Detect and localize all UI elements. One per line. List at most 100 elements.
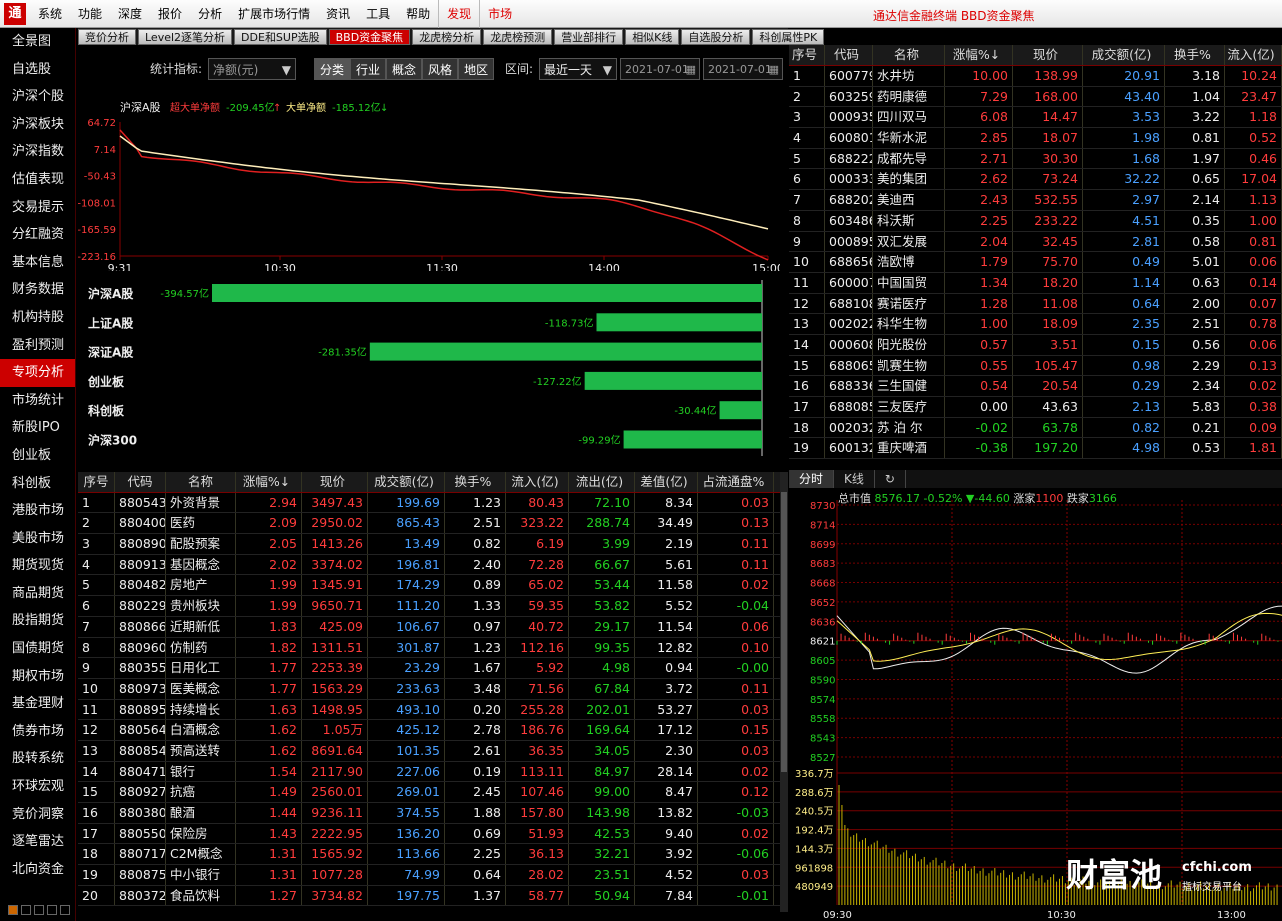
sidebar-item[interactable]: 债券市场: [0, 718, 75, 746]
table-row[interactable]: 9 000895 双汇发展 2.04 32.45 2.81 0.58 0.81: [789, 231, 1282, 253]
table-row[interactable]: 17 688085 三友医疗 0.00 43.63 2.13 5.83 0.38: [789, 397, 1282, 418]
stat-select[interactable]: 净额(元) ▼: [208, 58, 296, 80]
sidebar-item[interactable]: 全景图: [0, 28, 75, 56]
table-row[interactable]: 2 880400 医药 2.09 2950.02 865.43 2.51 323.22 288.…: [78, 513, 780, 535]
table-row[interactable]: 18 880717 C2M概念 1.31 1565.92 113.66 2.25 36.13 3…: [78, 844, 780, 866]
table-row[interactable]: 12 880564 白酒概念 1.62 1.05万 425.12 2.78 186.76 169…: [78, 720, 780, 741]
sidebar-item[interactable]: 股指期货: [0, 607, 75, 635]
column-header[interactable]: 代码: [825, 45, 873, 65]
tab[interactable]: 自选股分析: [681, 29, 751, 45]
segment-button[interactable]: 分类: [314, 58, 351, 80]
table-row[interactable]: 1 600779 水井坊 10.00 138.99 20.91 3.18 10.24: [789, 66, 1282, 87]
segment-button[interactable]: 概念: [386, 58, 423, 80]
sidebar-item[interactable]: 交易提示: [0, 194, 75, 222]
tab[interactable]: 科创属性PK: [752, 29, 825, 45]
tab[interactable]: DDE和SUP选股: [234, 29, 327, 45]
menu-item-highlight[interactable]: 发现: [438, 0, 479, 28]
sidebar-item[interactable]: 市场统计: [0, 387, 75, 415]
sidebar-item[interactable]: 科创板: [0, 470, 75, 498]
table-row[interactable]: 3 000935 四川双马 6.08 14.47 3.53 3.22 1.18: [789, 107, 1282, 129]
sidebar-item[interactable]: 北向资金: [0, 856, 75, 884]
table-row[interactable]: 2 603259 药明康德 7.29 168.00 43.40 1.04 23.47: [789, 86, 1282, 108]
column-header[interactable]: 序号: [78, 472, 115, 492]
refresh-icon[interactable]: ↻: [875, 470, 906, 488]
layout-icon[interactable]: [34, 905, 44, 915]
column-header[interactable]: 名称: [873, 45, 945, 65]
table-row[interactable]: 11 880895 持续增长 1.63 1498.95 493.10 0.20 255.28 2…: [78, 699, 780, 721]
column-header[interactable]: 流入(亿): [506, 472, 569, 492]
menu-item[interactable]: 工具: [358, 0, 398, 28]
sidebar-item[interactable]: 估值表现: [0, 166, 75, 194]
sidebar-item[interactable]: 基金理财: [0, 690, 75, 718]
tab[interactable]: 竞价分析: [78, 29, 136, 45]
column-header[interactable]: 换手%: [445, 472, 506, 492]
column-header[interactable]: 涨幅%↓: [945, 45, 1013, 65]
table-row[interactable]: 10 688656 浩欧博 1.79 75.70 0.49 5.01 0.06: [789, 252, 1282, 273]
range-select[interactable]: 最近一天 ▼: [539, 58, 617, 80]
column-header[interactable]: 代码: [115, 472, 166, 492]
table-row[interactable]: 8 880960 仿制药 1.82 1311.51 301.87 1.23 112.16 99.…: [78, 637, 780, 659]
column-header[interactable]: 成交额(亿): [1083, 45, 1165, 65]
table-row[interactable]: 18 002032 苏 泊 尔 -0.02 63.78 0.82 0.21 0.09: [789, 417, 1282, 439]
column-header[interactable]: 名称: [166, 472, 236, 492]
table-row[interactable]: 14 000608 阳光股份 0.57 3.51 0.15 0.56 0.06: [789, 334, 1282, 356]
table-row[interactable]: 8 603486 科沃斯 2.25 233.22 4.51 0.35 1.00: [789, 210, 1282, 232]
table-row[interactable]: 4 600801 华新水泥 2.85 18.07 1.98 0.81 0.52: [789, 128, 1282, 149]
column-header[interactable]: 成交额(亿): [368, 472, 445, 492]
menu-item-highlight[interactable]: 市场: [479, 0, 520, 28]
menu-item[interactable]: 报价: [150, 0, 190, 28]
table-row[interactable]: 15 880927 抗癌 1.49 2560.01 269.01 2.45 107.46 99.…: [78, 782, 780, 803]
sidebar-item[interactable]: 新股IPO: [0, 414, 75, 442]
sidebar-item[interactable]: 机构持股: [0, 304, 75, 332]
table-row[interactable]: 6 880229 贵州板块 1.99 9650.71 111.20 1.33 59.35 53.…: [78, 596, 780, 617]
column-header[interactable]: 现价: [1013, 45, 1083, 65]
menu-item[interactable]: 帮助: [398, 0, 438, 28]
sidebar-item[interactable]: 股转系统: [0, 745, 75, 773]
menu-item[interactable]: 系统: [30, 0, 70, 28]
tab[interactable]: 龙虎榜预测: [483, 29, 553, 45]
table-row[interactable]: 19 880875 中小银行 1.31 1077.28 74.99 0.64 28.02 23.…: [78, 865, 780, 886]
column-header[interactable]: 流入(亿): [1225, 45, 1282, 65]
sidebar-item[interactable]: 自选股: [0, 56, 75, 84]
segment-button[interactable]: 风格: [422, 58, 459, 80]
sidebar-item[interactable]: 沪深指数: [0, 138, 75, 166]
table-row[interactable]: 6 000333 美的集团 2.62 73.24 32.22 0.65 17.04: [789, 169, 1282, 191]
sidebar-item[interactable]: 分红融资: [0, 221, 75, 249]
layout-icon[interactable]: [8, 905, 18, 915]
tab[interactable]: 相似K线: [625, 29, 680, 45]
date-from-input[interactable]: 2021-07-01 ▦: [620, 58, 700, 80]
table-row[interactable]: 5 880482 房地产 1.99 1345.91 174.29 0.89 65.02 53.4…: [78, 575, 780, 597]
sidebar-item[interactable]: 期货现货: [0, 552, 75, 580]
column-header[interactable]: 占流通盘%: [698, 472, 774, 492]
sidebar-item[interactable]: 沪深个股: [0, 83, 75, 111]
sidebar-item[interactable]: 盈利预测: [0, 332, 75, 360]
table-row[interactable]: 16 688336 三生国健 0.54 20.54 0.29 2.34 0.02: [789, 376, 1282, 397]
column-header[interactable]: 换手%: [1165, 45, 1225, 65]
sidebar-item[interactable]: 专项分析: [0, 359, 75, 387]
layout-icon[interactable]: [21, 905, 31, 915]
segment-button[interactable]: 行业: [350, 58, 387, 80]
table-row[interactable]: 19 600132 重庆啤酒 -0.38 197.20 4.98 0.53 1.81: [789, 438, 1282, 460]
table-row[interactable]: 15 688065 凯赛生物 0.55 105.47 0.98 2.29 0.13: [789, 355, 1282, 377]
sidebar-item[interactable]: 创业板: [0, 442, 75, 470]
table-scrollbar[interactable]: [780, 472, 788, 912]
menu-item[interactable]: 资讯: [318, 0, 358, 28]
tab[interactable]: 龙虎榜分析: [412, 29, 482, 45]
table-row[interactable]: 10 880973 医美概念 1.77 1563.29 233.63 3.48 71.56 67…: [78, 678, 780, 700]
table-row[interactable]: 12 688108 赛诺医疗 1.28 11.08 0.64 2.00 0.07: [789, 293, 1282, 315]
table-row[interactable]: 3 880890 配股预案 2.05 1413.26 13.49 0.82 6.19 3.99 2…: [78, 534, 780, 555]
tab[interactable]: Level2逐笔分析: [138, 29, 233, 45]
column-header[interactable]: 现价: [302, 472, 368, 492]
table-row[interactable]: 13 002022 科华生物 1.00 18.09 2.35 2.51 0.78: [789, 314, 1282, 335]
table-row[interactable]: 9 880355 日用化工 1.77 2253.39 23.29 1.67 5.92 4.98 0…: [78, 658, 780, 679]
column-header[interactable]: 差值(亿): [635, 472, 698, 492]
mini-chart-tab[interactable]: K线: [834, 470, 875, 488]
sidebar-item[interactable]: 竞价洞察: [0, 801, 75, 829]
table-row[interactable]: 16 880380 酿酒 1.44 9236.11 374.55 1.88 157.80 143…: [78, 803, 780, 824]
table-row[interactable]: 4 880913 基因概念 2.02 3374.02 196.81 2.40 72.28 66.…: [78, 554, 780, 576]
layout-icon[interactable]: [60, 905, 70, 915]
sidebar-item[interactable]: 沪深板块: [0, 111, 75, 139]
menu-item[interactable]: 扩展市场行情: [230, 0, 318, 28]
menu-item[interactable]: 功能: [70, 0, 110, 28]
column-header[interactable]: 序号: [789, 45, 825, 65]
